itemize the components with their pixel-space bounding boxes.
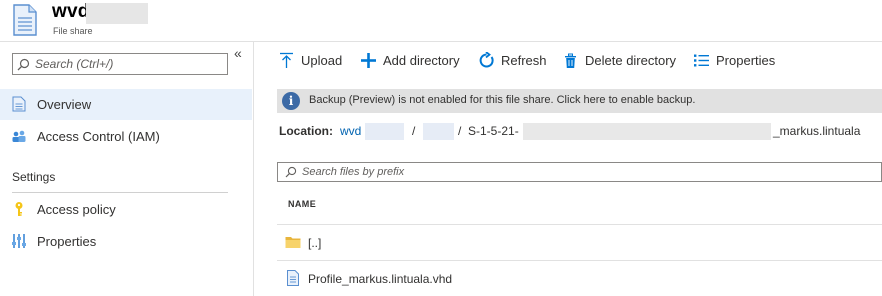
sidebar-item-properties[interactable]: Properties <box>0 226 252 257</box>
page-title: wvd <box>52 1 90 22</box>
people-icon <box>12 130 26 142</box>
folder-icon <box>285 237 301 248</box>
search-icon <box>285 166 297 178</box>
refresh-icon <box>479 51 494 67</box>
add-directory-label: Add directory <box>383 52 460 68</box>
location-label: Location: <box>279 124 333 138</box>
properties-button[interactable]: Properties <box>693 50 775 70</box>
redacted-segment <box>523 123 771 140</box>
redacted-segment[interactable] <box>423 123 454 140</box>
key-icon <box>15 202 23 216</box>
file-filter[interactable] <box>277 162 882 182</box>
collapse-sidebar-button[interactable]: « <box>234 45 242 61</box>
row-divider <box>277 260 882 261</box>
search-icon <box>17 58 30 71</box>
backup-banner[interactable]: i Backup (Preview) is not enabled for th… <box>277 89 882 113</box>
path-separator: / <box>412 124 416 138</box>
sidebar-divider <box>253 42 254 296</box>
info-icon: i <box>282 92 300 110</box>
delete-directory-label: Delete directory <box>585 52 677 68</box>
row-name[interactable]: [..] <box>308 236 321 250</box>
file-filter-input[interactable] <box>302 163 702 181</box>
sidebar-item-label: Access Control (IAM) <box>37 129 160 144</box>
refresh-label: Refresh <box>501 52 547 68</box>
sidebar-item-label: Overview <box>37 97 92 112</box>
add-directory-button[interactable]: Add directory <box>360 50 460 70</box>
sidebar-search[interactable] <box>12 53 228 75</box>
location-sid-prefix: S-1-5-21- <box>468 124 519 138</box>
sidebar-item-overview[interactable]: Overview <box>0 89 252 120</box>
plus-icon <box>361 52 376 68</box>
properties-label: Properties <box>716 52 776 68</box>
column-header-name[interactable]: NAME <box>288 199 316 209</box>
upload-button[interactable]: Upload <box>278 50 342 70</box>
sidebar-item-label: Access policy <box>37 202 116 217</box>
redacted-title-part <box>86 3 148 24</box>
sidebar-search-input[interactable] <box>35 55 223 73</box>
page-subtitle: File share <box>53 26 93 36</box>
sidebar: « Overview Access Control (IAM) Settings <box>0 42 253 296</box>
trash-icon <box>565 53 576 68</box>
document-icon <box>287 270 299 286</box>
path-separator: / <box>458 124 462 138</box>
table-row[interactable]: [..] <box>277 226 882 260</box>
row-divider <box>277 224 882 225</box>
banner-message: Backup (Preview) is not enabled for this… <box>309 94 696 106</box>
redacted-segment <box>365 123 404 140</box>
sliders-icon <box>12 234 26 248</box>
upload-label: Upload <box>301 52 343 68</box>
sidebar-item-label: Properties <box>37 234 97 249</box>
delete-directory-button[interactable]: Delete directory <box>562 50 676 70</box>
refresh-button[interactable]: Refresh <box>478 50 547 70</box>
list-icon <box>694 54 709 66</box>
page-header: wvd File share <box>0 0 882 42</box>
table-row[interactable]: Profile_markus.lintuala.vhd <box>277 262 882 296</box>
file-icon <box>12 96 26 112</box>
sidebar-item-access-control[interactable]: Access Control (IAM) <box>0 121 252 152</box>
location-link-storage[interactable]: wvd <box>340 124 361 138</box>
row-name[interactable]: Profile_markus.lintuala.vhd <box>308 272 452 286</box>
settings-section-title: Settings <box>12 170 56 184</box>
command-bar: Upload Add directory Refresh Delete dire… <box>254 42 882 78</box>
sidebar-item-access-policy[interactable]: Access policy <box>0 194 252 225</box>
location-sid-suffix: _markus.lintuala <box>773 124 861 138</box>
upload-icon <box>280 52 293 68</box>
section-divider <box>12 192 228 193</box>
file-share-icon <box>13 4 37 36</box>
